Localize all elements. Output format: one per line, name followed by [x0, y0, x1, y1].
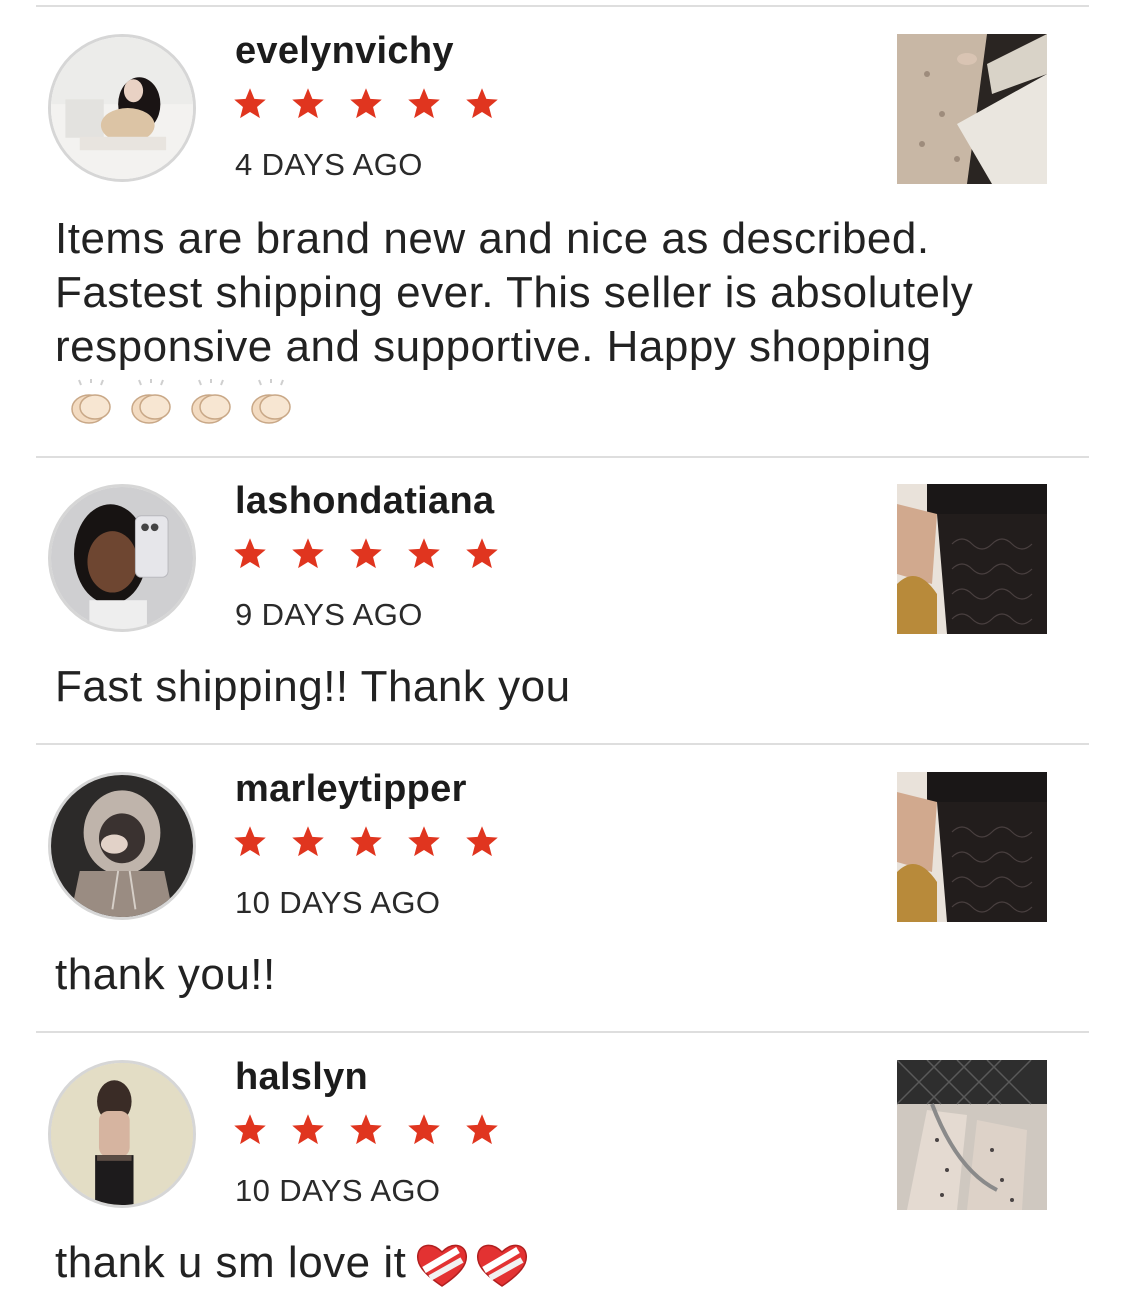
reviews-list: evelynvichy 4 DAYS AGO Items are brand n… — [0, 0, 1125, 1312]
product-thumbnail[interactable] — [897, 772, 1047, 922]
review-text-content: thank u sm love it — [55, 1238, 407, 1287]
avatar[interactable] — [48, 1060, 196, 1208]
star-icon — [232, 824, 268, 860]
divider — [36, 456, 1089, 458]
product-thumbnail[interactable] — [897, 1060, 1047, 1210]
review-text-content: Items are brand new and nice as describe… — [55, 214, 974, 371]
clapping-hands-icon — [243, 379, 299, 427]
product-thumbnail[interactable] — [897, 34, 1047, 184]
star-icon — [348, 824, 384, 860]
username[interactable]: marleytipper — [235, 768, 467, 811]
star-icon — [290, 1112, 326, 1148]
username[interactable]: halslyn — [235, 1056, 368, 1099]
mending-heart-icon — [414, 1240, 470, 1290]
username[interactable]: evelynvichy — [235, 30, 454, 73]
star-rating — [232, 1112, 500, 1148]
review-date: 4 DAYS AGO — [235, 147, 423, 182]
star-icon — [290, 536, 326, 572]
divider — [36, 1031, 1089, 1033]
review-text: thank you!! — [55, 948, 1015, 1002]
star-icon — [290, 824, 326, 860]
review-text-content: thank you!! — [55, 950, 276, 999]
review-text: thank u sm love it — [55, 1236, 1015, 1290]
clapping-hands-icon — [123, 379, 179, 427]
review-text: Items are brand new and nice as describe… — [55, 212, 1015, 428]
star-icon — [464, 824, 500, 860]
star-icon — [290, 86, 326, 122]
star-icon — [406, 1112, 442, 1148]
clapping-hands-icon — [183, 379, 239, 427]
review-text: Fast shipping!! Thank you — [55, 660, 1015, 714]
star-icon — [406, 824, 442, 860]
star-icon — [464, 86, 500, 122]
divider — [36, 743, 1089, 745]
star-icon — [348, 86, 384, 122]
review-date: 9 DAYS AGO — [235, 597, 423, 632]
username[interactable]: lashondatiana — [235, 480, 494, 523]
review-date: 10 DAYS AGO — [235, 1173, 441, 1208]
avatar[interactable] — [48, 484, 196, 632]
review-date: 10 DAYS AGO — [235, 885, 441, 920]
avatar[interactable] — [48, 34, 196, 182]
star-icon — [464, 536, 500, 572]
star-icon — [348, 536, 384, 572]
star-icon — [406, 86, 442, 122]
star-icon — [406, 536, 442, 572]
product-thumbnail[interactable] — [897, 484, 1047, 634]
star-icon — [464, 1112, 500, 1148]
divider — [36, 5, 1089, 7]
emoji-group — [414, 1240, 530, 1290]
star-rating — [232, 824, 500, 860]
star-icon — [348, 1112, 384, 1148]
star-icon — [232, 536, 268, 572]
mending-heart-icon — [474, 1240, 530, 1290]
star-icon — [232, 86, 268, 122]
clapping-hands-icon — [63, 379, 119, 427]
star-icon — [232, 1112, 268, 1148]
avatar[interactable] — [48, 772, 196, 920]
star-rating — [232, 536, 500, 572]
review-text-content: Fast shipping!! Thank you — [55, 662, 571, 711]
star-rating — [232, 86, 500, 122]
emoji-group — [63, 379, 299, 427]
